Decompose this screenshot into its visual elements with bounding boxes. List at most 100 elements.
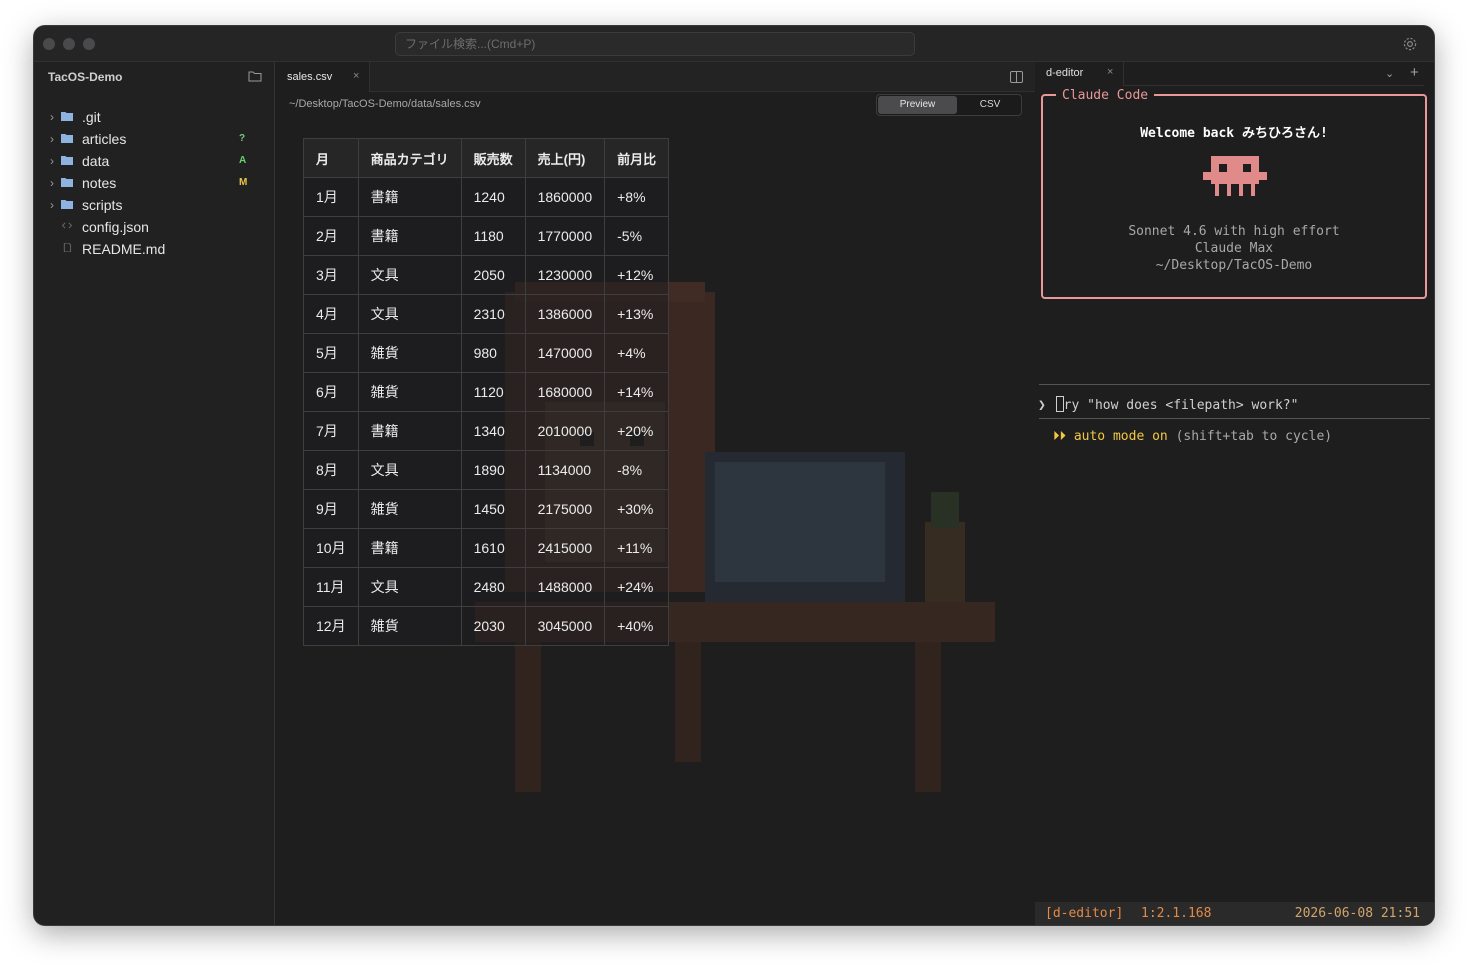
prompt-placeholder: ry "how does <filepath> work?" — [1063, 398, 1299, 413]
prompt-input[interactable]: ❯ ry "how does <filepath> work?" — [1038, 396, 1298, 413]
table-cell: 文具 — [357, 450, 462, 490]
terminal-tab-label: d-editor — [1046, 67, 1084, 79]
table-cell: +13% — [604, 294, 670, 334]
table-cell: 10月 — [303, 528, 359, 568]
fast-forward-icon: ⏵⏵ — [1053, 429, 1066, 444]
table-row: 8月 文具 1890 1134000 -8% — [303, 450, 670, 490]
folder-icon — [61, 134, 73, 143]
zoom-window-button[interactable] — [83, 38, 95, 50]
code-file-icon — [61, 222, 73, 229]
welcome-box-title: Claude Code — [1056, 88, 1155, 103]
preview-button[interactable]: Preview — [878, 96, 957, 114]
table-cell: 書籍 — [357, 177, 462, 217]
close-window-button[interactable] — [43, 38, 55, 50]
sidebar-item-readme-md[interactable]: README.md — [34, 238, 274, 260]
file-explorer-sidebar: TacOS-Demo › .git › articles? › data A › notes M ›… — [34, 62, 275, 925]
sidebar-item-label: .git — [82, 109, 101, 125]
table-cell: 書籍 — [357, 216, 462, 256]
tab-label: sales.csv — [287, 71, 333, 83]
tmux-status-bar: [d-editor] 1:2.1.168 2026-06-08 21:51 — [1035, 902, 1434, 925]
minimize-window-button[interactable] — [63, 38, 75, 50]
table-row: 2月 書籍 1180 1770000 -5% — [303, 216, 670, 256]
table-row: 10月 書籍 1610 2415000 +11% — [303, 528, 670, 568]
table-cell: 2010000 — [524, 411, 606, 451]
git-status-badge: M — [239, 177, 248, 188]
status-datetime: 2026-06-08 21:51 — [1294, 906, 1420, 921]
file-search-input[interactable]: ファイル検索...(Cmd+P) — [395, 32, 915, 56]
close-tab-icon[interactable]: × — [353, 70, 359, 82]
split-view-icon[interactable] — [1010, 71, 1023, 83]
table-cell: 11月 — [303, 567, 359, 607]
table-row: 11月 文具 2480 1488000 +24% — [303, 567, 670, 607]
terminal-tab-d-editor[interactable]: d-editor × — [1035, 62, 1124, 86]
git-status-badge: A — [239, 155, 247, 166]
table-cell: +4% — [604, 333, 670, 373]
auto-mode-indicator: ⏵⏵ auto mode on (shift+tab to cycle) — [1053, 429, 1332, 444]
chevron-down-icon[interactable]: ⌄ — [1385, 67, 1394, 80]
sidebar-item-label: data — [82, 153, 110, 169]
git-status-badge: ? — [239, 133, 246, 144]
sidebar-item-label: README.md — [82, 241, 166, 257]
table-cell: 1770000 — [524, 216, 606, 256]
welcome-message: Welcome back みちひろさん! — [1140, 126, 1328, 141]
column-header: 売上(円) — [524, 138, 606, 178]
csv-table: 月商品カテゴリ 販売数 売上(円) 前月比 1月 書籍 1240 1860000 +8% 2月書… — [303, 138, 670, 646]
column-header: 販売数 — [460, 138, 526, 178]
column-header: 月 — [303, 138, 359, 178]
table-cell: 1134000 — [524, 450, 606, 490]
open-folder-icon[interactable] — [248, 70, 262, 82]
table-cell: +11% — [604, 528, 670, 568]
new-terminal-button[interactable]: + — [1410, 64, 1419, 81]
chevron-right-icon[interactable]: › — [50, 128, 54, 150]
table-cell: +20% — [604, 411, 670, 451]
title-bar: ファイル検索...(Cmd+P) — [34, 26, 1434, 62]
close-terminal-tab-icon[interactable]: × — [1107, 66, 1113, 78]
cwd-info: ~/Desktop/TacOS-Demo — [1155, 258, 1313, 273]
table-cell: +8% — [604, 177, 670, 217]
chevron-right-icon[interactable]: › — [50, 150, 54, 172]
sidebar-item-git[interactable]: › .git — [34, 106, 274, 128]
table-cell: 1340 — [460, 411, 526, 451]
mascot-icon — [1203, 156, 1267, 196]
prompt-top-divider — [1039, 384, 1430, 385]
csv-button[interactable]: CSV — [959, 96, 1021, 114]
table-cell: 1230000 — [524, 255, 606, 295]
sidebar-item-notes[interactable]: › notes M — [34, 172, 274, 194]
table-cell: 1860000 — [524, 177, 606, 217]
chevron-right-icon[interactable]: › — [50, 172, 54, 194]
prompt-symbol: ❯ — [1038, 398, 1046, 413]
table-cell: 書籍 — [357, 411, 462, 451]
sidebar-item-scripts[interactable]: › scripts — [34, 194, 274, 216]
gear-icon[interactable] — [1402, 36, 1418, 52]
sidebar-item-label: articles — [82, 131, 127, 147]
sidebar-item-articles[interactable]: › articles? — [34, 128, 274, 150]
view-toggle: Preview CSV — [876, 94, 1022, 116]
table-cell: 文具 — [357, 255, 462, 295]
table-cell: 1470000 — [524, 333, 606, 373]
table-row: 1月 書籍 1240 1860000 +8% — [303, 177, 670, 217]
table-cell: +30% — [604, 489, 670, 529]
table-cell: -5% — [604, 216, 670, 256]
project-name: TacOS-Demo — [48, 70, 123, 84]
table-cell: 2175000 — [524, 489, 606, 529]
table-cell: 1月 — [303, 177, 359, 217]
folder-icon — [61, 200, 73, 209]
table-cell: 1680000 — [524, 372, 606, 412]
table-cell: 2415000 — [524, 528, 606, 568]
folder-icon — [61, 156, 73, 165]
table-cell: 文具 — [357, 567, 462, 607]
chevron-right-icon[interactable]: › — [50, 194, 54, 216]
sidebar-item-label: scripts — [82, 197, 123, 213]
table-cell: 2050 — [460, 255, 526, 295]
table-cell: 1610 — [460, 528, 526, 568]
table-cell: 書籍 — [357, 528, 462, 568]
table-row: 7月 書籍 1340 2010000 +20% — [303, 411, 670, 451]
file-path: ~/Desktop/TacOS-Demo/data/sales.csv — [289, 98, 481, 110]
tab-sales-csv[interactable]: sales.csv × — [275, 62, 370, 92]
sidebar-item-data[interactable]: › data A — [34, 150, 274, 172]
table-cell: 980 — [460, 333, 526, 373]
chevron-right-icon[interactable]: › — [50, 106, 54, 128]
sidebar-item-config-json[interactable]: config.json — [34, 216, 274, 238]
pane-info: 1:2.1.168 — [1141, 906, 1212, 921]
file-icon — [63, 243, 72, 252]
